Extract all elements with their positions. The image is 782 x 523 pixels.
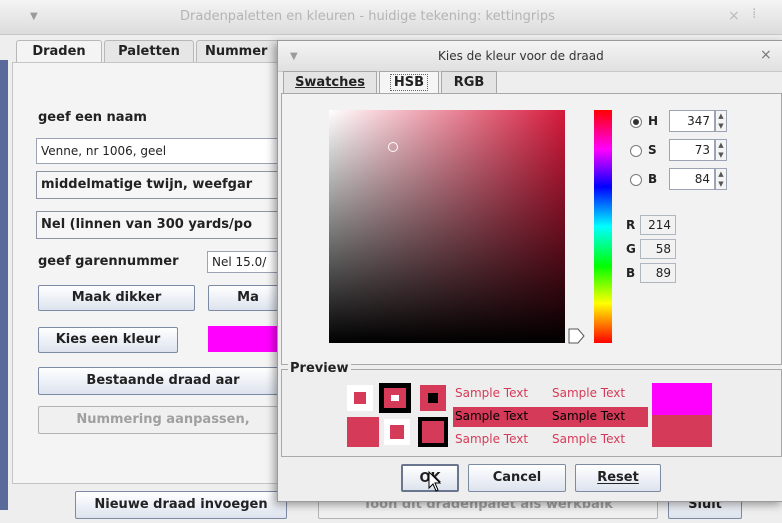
- h-radio[interactable]: [630, 116, 642, 128]
- sample-text-5: Sample Text: [455, 432, 529, 446]
- b-spinner[interactable]: 84: [669, 168, 715, 190]
- name-input[interactable]: Venne, nr 1006, geel: [36, 138, 286, 164]
- garen-label: geef garennummer: [38, 254, 179, 269]
- preview-swatch-2-inner: [391, 395, 399, 401]
- dialog-close-icon[interactable]: ×: [760, 47, 772, 63]
- nieuwe-draad-button[interactable]: Nieuwe draad invoegen: [75, 491, 287, 519]
- yarn-type-combo[interactable]: Nel (linnen van 300 yards/po: [36, 211, 286, 239]
- reset-button[interactable]: Reset: [575, 464, 661, 492]
- preview-swatch-6-inner: [422, 421, 444, 443]
- sample-text-1: Sample Text: [455, 386, 529, 400]
- close-icon[interactable]: ×: [728, 8, 740, 24]
- tab-rgb[interactable]: RGB: [441, 71, 497, 93]
- preview-swatch-1-inner: [354, 392, 366, 404]
- preview-label: Preview: [288, 361, 351, 376]
- s-spinner-arrows[interactable]: ▲ ▼: [715, 139, 727, 161]
- hue-pointer-icon[interactable]: [568, 328, 586, 344]
- s-label: S: [648, 143, 657, 157]
- current-color-swatch: [208, 326, 283, 352]
- background-window-title: Dradenpaletten en kleuren - huidige teke…: [180, 9, 555, 24]
- color-chooser-dialog: ▼ Kies de kleur voor de draad × Swatches…: [277, 40, 782, 502]
- garen-input[interactable]: Nel 15.0/: [207, 251, 287, 273]
- name-label: geef een naam: [38, 110, 147, 125]
- left-edge-strip: [0, 60, 8, 510]
- dialog-title: Kies de kleur voor de draad: [438, 49, 604, 63]
- b-label: B: [648, 172, 658, 186]
- sample-text-4: Sample Text: [552, 409, 626, 423]
- hue-slider[interactable]: [594, 110, 612, 343]
- sample-text-2: Sample Text: [552, 386, 626, 400]
- preview-swatch-5-inner: [390, 425, 404, 439]
- scroll-arrow-icon[interactable]: ⁞: [752, 6, 756, 22]
- tab-paletten[interactable]: Paletten: [104, 40, 194, 62]
- b-spinner-arrows[interactable]: ▲ ▼: [715, 168, 727, 190]
- s-radio[interactable]: [630, 145, 642, 157]
- background-titlebar: ▼ Dradenpaletten en kleuren - huidige te…: [0, 0, 782, 35]
- h-spinner[interactable]: 347: [669, 110, 715, 132]
- twist-combo[interactable]: middelmatige twijn, weefgar: [36, 171, 286, 199]
- g-label: G: [626, 242, 636, 256]
- b-rgb-value: 89: [640, 263, 676, 283]
- h-label: H: [648, 114, 659, 128]
- tab-nummer[interactable]: Nummer: [196, 40, 280, 62]
- tab-hsb[interactable]: HSB: [379, 71, 439, 93]
- tab-swatches[interactable]: Swatches: [283, 71, 377, 93]
- nummering-button[interactable]: Nummering aanpassen,: [38, 406, 288, 434]
- b-radio[interactable]: [630, 174, 642, 186]
- new-color-swatch: [652, 415, 712, 447]
- sample-text-6: Sample Text: [552, 432, 626, 446]
- bestaande-draad-button[interactable]: Bestaande draad aar: [38, 367, 288, 395]
- tab-hsb-label: HSB: [389, 74, 429, 91]
- maak-dunner-button[interactable]: Ma: [208, 285, 288, 311]
- r-value: 214: [640, 215, 676, 235]
- dialog-menu-icon[interactable]: ▼: [290, 51, 298, 62]
- picker-cursor[interactable]: [388, 142, 398, 152]
- maak-dikker-button[interactable]: Maak dikker: [38, 285, 195, 311]
- dialog-titlebar: ▼ Kies de kleur voor de draad ×: [278, 41, 782, 72]
- tab-draden[interactable]: Draden: [16, 40, 102, 62]
- window-menu-icon[interactable]: ▼: [30, 11, 38, 22]
- preview-swatch-4: [347, 417, 379, 447]
- sample-text-3: Sample Text: [455, 409, 529, 423]
- s-spinner[interactable]: 73: [669, 139, 715, 161]
- r-label: R: [626, 218, 636, 232]
- h-spinner-arrows[interactable]: ▲ ▼: [715, 110, 727, 132]
- saturation-brightness-picker[interactable]: [329, 110, 565, 343]
- mouse-pointer-icon: [428, 471, 442, 492]
- b-rgb-label: B: [626, 266, 636, 280]
- old-color-swatch: [652, 383, 712, 415]
- cancel-button[interactable]: Cancel: [468, 464, 566, 492]
- g-value: 58: [640, 239, 676, 259]
- preview-swatch-3-inner: [428, 393, 438, 403]
- kies-kleur-button[interactable]: Kies een kleur: [38, 327, 178, 353]
